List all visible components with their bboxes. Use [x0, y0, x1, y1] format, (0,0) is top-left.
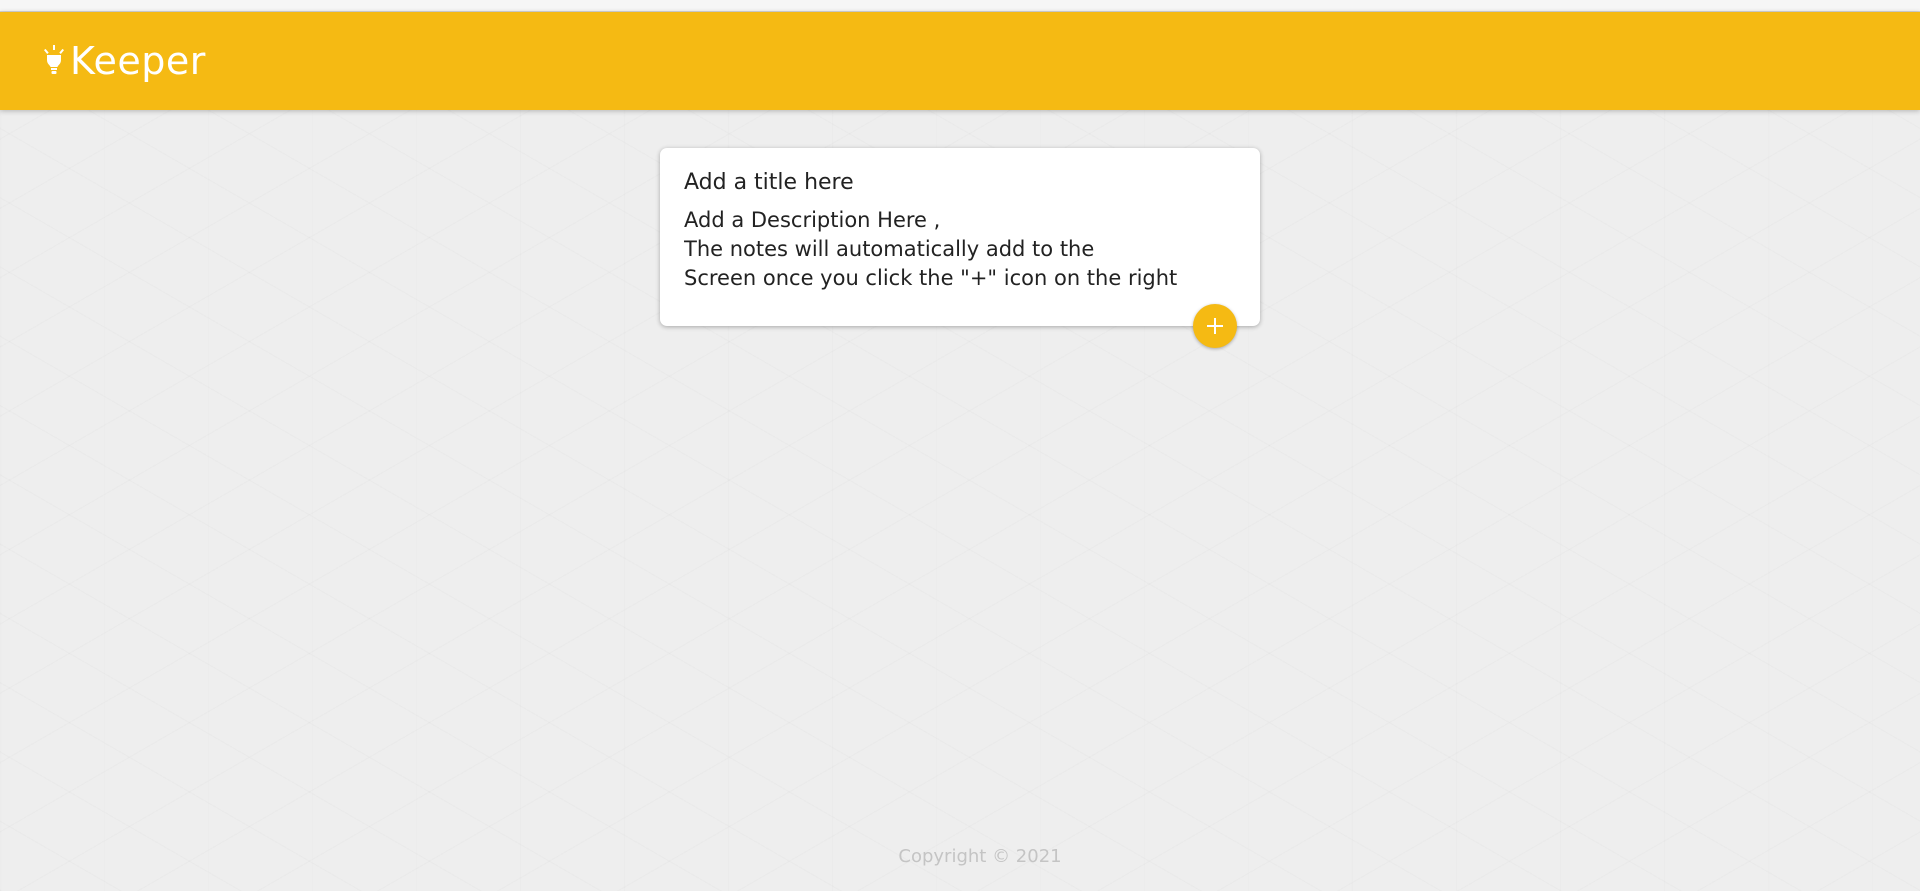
plus-icon — [1207, 318, 1223, 334]
note-content-textarea[interactable]: Add a Description Here , The notes will … — [684, 206, 1236, 298]
footer: Copyright © 2021 — [0, 846, 1920, 867]
note-title-input[interactable] — [684, 168, 1236, 198]
app-title: Keeper — [70, 39, 206, 83]
lightbulb-icon — [44, 45, 64, 74]
create-note-form: Add a Description Here , The notes will … — [660, 148, 1260, 326]
copyright-text: Copyright © 2021 — [898, 846, 1062, 867]
add-note-button[interactable] — [1193, 304, 1237, 348]
browser-top-strip — [0, 0, 1920, 12]
app-header: Keeper — [0, 12, 1920, 110]
brand: Keeper — [44, 42, 206, 80]
